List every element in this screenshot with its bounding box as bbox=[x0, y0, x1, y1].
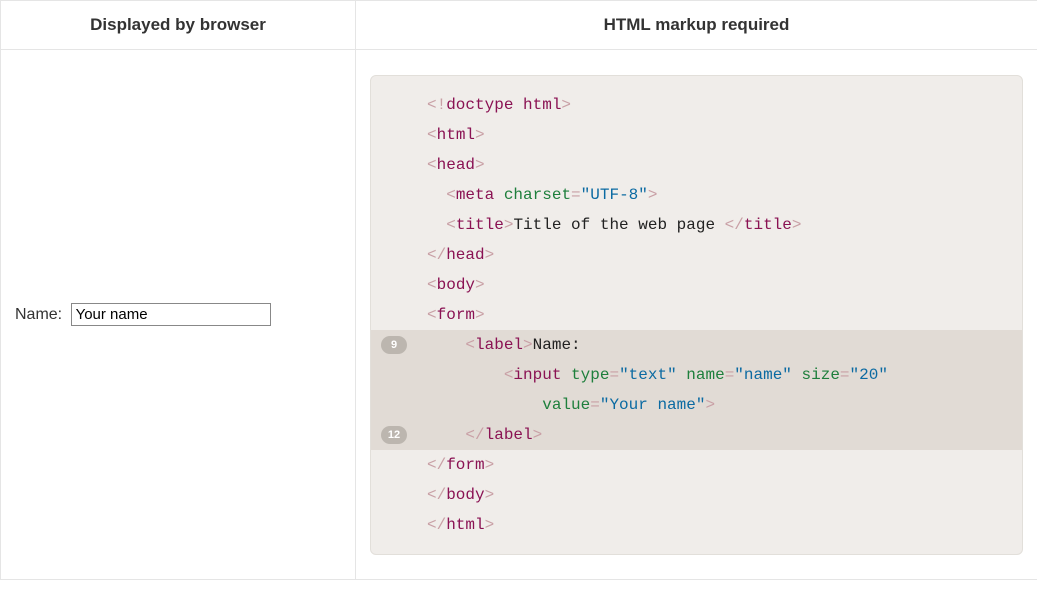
code-line-highlight: <input type="text" name="name" size="20" bbox=[371, 360, 1022, 390]
code-line: <head> bbox=[371, 150, 1022, 180]
code-line: <body> bbox=[371, 270, 1022, 300]
code-line: </html> bbox=[371, 510, 1022, 540]
line-number-badge: 9 bbox=[381, 336, 407, 354]
code-line: <form> bbox=[371, 300, 1022, 330]
code-line: <title>Title of the web page </title> bbox=[371, 210, 1022, 240]
line-number-badge: 12 bbox=[381, 426, 407, 444]
code-line: <html> bbox=[371, 120, 1022, 150]
code-line: </form> bbox=[371, 450, 1022, 480]
header-displayed: Displayed by browser bbox=[1, 1, 356, 50]
code-line: </head> bbox=[371, 240, 1022, 270]
example-table: Displayed by browser HTML markup require… bbox=[0, 0, 1037, 580]
form-demo: Name: bbox=[15, 303, 341, 326]
name-label: Name: bbox=[15, 306, 62, 323]
rendered-output-cell: Name: bbox=[1, 50, 356, 580]
code-line: <!doctype html> bbox=[371, 90, 1022, 120]
header-markup: HTML markup required bbox=[356, 1, 1037, 50]
code-line-highlight: value="Your name"> bbox=[371, 390, 1022, 420]
name-input[interactable] bbox=[71, 303, 271, 326]
code-line-highlight: 9 <label>Name: bbox=[371, 330, 1022, 360]
code-line: </body> bbox=[371, 480, 1022, 510]
code-block: <!doctype html> <html> <head> <meta char… bbox=[370, 75, 1023, 555]
code-line: <meta charset="UTF-8"> bbox=[371, 180, 1022, 210]
code-line-highlight: 12 </label> bbox=[371, 420, 1022, 450]
markup-cell: <!doctype html> <html> <head> <meta char… bbox=[356, 50, 1037, 580]
